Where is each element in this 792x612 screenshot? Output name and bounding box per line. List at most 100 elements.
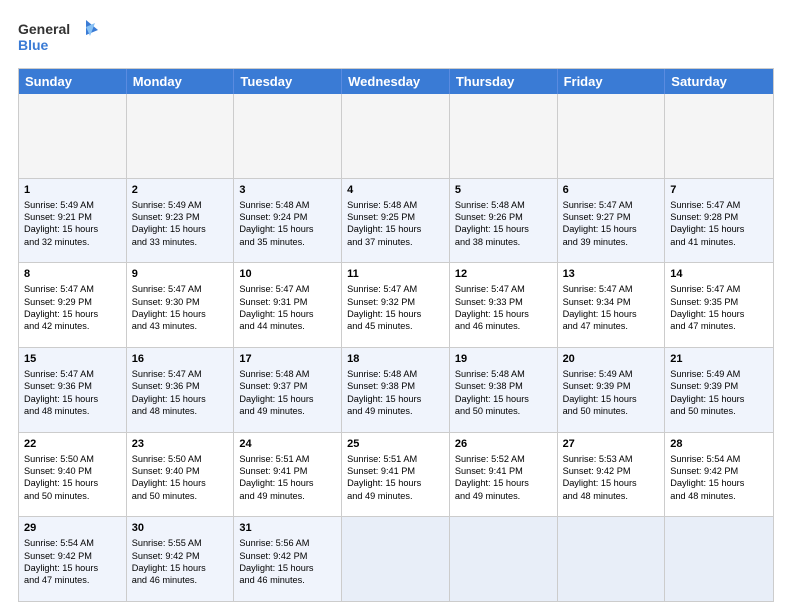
day-info-line: and 46 minutes.	[239, 574, 336, 586]
day-info-line: and 37 minutes.	[347, 236, 444, 248]
day-info-line: Daylight: 15 hours	[239, 562, 336, 574]
day-info-line: and 50 minutes.	[563, 405, 660, 417]
empty-cell	[558, 517, 666, 601]
day-info-line: Sunset: 9:36 PM	[132, 380, 229, 392]
day-info-line: Sunset: 9:42 PM	[24, 550, 121, 562]
day-info-line: Sunrise: 5:48 AM	[239, 199, 336, 211]
day-info-line: Sunrise: 5:50 AM	[132, 453, 229, 465]
day-info-line: Sunrise: 5:51 AM	[239, 453, 336, 465]
day-info-line: and 44 minutes.	[239, 320, 336, 332]
svg-text:General: General	[18, 21, 70, 37]
day-info-line: Sunrise: 5:47 AM	[455, 283, 552, 295]
calendar-row: 8Sunrise: 5:47 AMSunset: 9:29 PMDaylight…	[19, 262, 773, 347]
empty-cell	[665, 517, 773, 601]
day-info-line: Sunset: 9:31 PM	[239, 296, 336, 308]
day-info-line: Sunset: 9:35 PM	[670, 296, 768, 308]
empty-cell	[234, 94, 342, 178]
day-number: 31	[239, 521, 336, 536]
day-info-line: Daylight: 15 hours	[239, 223, 336, 235]
day-info-line: Sunset: 9:28 PM	[670, 211, 768, 223]
calendar-day: 7Sunrise: 5:47 AMSunset: 9:28 PMDaylight…	[665, 179, 773, 263]
page: General Blue SundayMondayTuesdayWednesda…	[0, 0, 792, 612]
weekday-header: Tuesday	[234, 69, 342, 94]
day-info-line: Daylight: 15 hours	[24, 477, 121, 489]
day-info-line: Daylight: 15 hours	[670, 477, 768, 489]
day-info-line: Sunset: 9:42 PM	[563, 465, 660, 477]
day-number: 28	[670, 437, 768, 452]
day-number: 21	[670, 352, 768, 367]
day-info-line: Sunrise: 5:54 AM	[670, 453, 768, 465]
day-number: 19	[455, 352, 552, 367]
day-number: 2	[132, 183, 229, 198]
day-number: 6	[563, 183, 660, 198]
calendar-day: 25Sunrise: 5:51 AMSunset: 9:41 PMDayligh…	[342, 433, 450, 517]
calendar-day: 11Sunrise: 5:47 AMSunset: 9:32 PMDayligh…	[342, 263, 450, 347]
calendar-day: 24Sunrise: 5:51 AMSunset: 9:41 PMDayligh…	[234, 433, 342, 517]
calendar-row: 29Sunrise: 5:54 AMSunset: 9:42 PMDayligh…	[19, 516, 773, 601]
day-info-line: Sunset: 9:32 PM	[347, 296, 444, 308]
calendar-body: 1Sunrise: 5:49 AMSunset: 9:21 PMDaylight…	[19, 94, 773, 601]
day-info-line: Sunset: 9:38 PM	[347, 380, 444, 392]
calendar-day: 4Sunrise: 5:48 AMSunset: 9:25 PMDaylight…	[342, 179, 450, 263]
day-info-line: Sunrise: 5:48 AM	[239, 368, 336, 380]
day-info-line: Daylight: 15 hours	[132, 562, 229, 574]
day-info-line: Sunrise: 5:47 AM	[563, 283, 660, 295]
day-info-line: Daylight: 15 hours	[239, 477, 336, 489]
calendar: SundayMondayTuesdayWednesdayThursdayFrid…	[18, 68, 774, 602]
calendar-day: 6Sunrise: 5:47 AMSunset: 9:27 PMDaylight…	[558, 179, 666, 263]
day-number: 20	[563, 352, 660, 367]
day-number: 13	[563, 267, 660, 282]
day-info-line: and 48 minutes.	[670, 490, 768, 502]
calendar-day: 1Sunrise: 5:49 AMSunset: 9:21 PMDaylight…	[19, 179, 127, 263]
day-info-line: and 50 minutes.	[132, 490, 229, 502]
day-info-line: and 49 minutes.	[347, 405, 444, 417]
day-info-line: and 49 minutes.	[239, 405, 336, 417]
day-info-line: Sunrise: 5:47 AM	[132, 283, 229, 295]
day-info-line: Daylight: 15 hours	[563, 223, 660, 235]
day-info-line: Daylight: 15 hours	[670, 393, 768, 405]
day-info-line: Sunrise: 5:47 AM	[132, 368, 229, 380]
day-info-line: Daylight: 15 hours	[239, 393, 336, 405]
day-info-line: Sunrise: 5:56 AM	[239, 537, 336, 549]
day-info-line: and 47 minutes.	[24, 574, 121, 586]
day-number: 14	[670, 267, 768, 282]
calendar-day: 18Sunrise: 5:48 AMSunset: 9:38 PMDayligh…	[342, 348, 450, 432]
day-info-line: Daylight: 15 hours	[24, 308, 121, 320]
day-info-line: Sunset: 9:40 PM	[24, 465, 121, 477]
day-info-line: Sunset: 9:39 PM	[563, 380, 660, 392]
day-info-line: Daylight: 15 hours	[455, 393, 552, 405]
calendar-day: 27Sunrise: 5:53 AMSunset: 9:42 PMDayligh…	[558, 433, 666, 517]
calendar-day: 28Sunrise: 5:54 AMSunset: 9:42 PMDayligh…	[665, 433, 773, 517]
day-number: 24	[239, 437, 336, 452]
empty-cell	[127, 94, 235, 178]
day-info-line: Daylight: 15 hours	[132, 393, 229, 405]
calendar-day: 15Sunrise: 5:47 AMSunset: 9:36 PMDayligh…	[19, 348, 127, 432]
calendar-header: SundayMondayTuesdayWednesdayThursdayFrid…	[19, 69, 773, 94]
day-info-line: and 50 minutes.	[24, 490, 121, 502]
day-info-line: Sunrise: 5:47 AM	[563, 199, 660, 211]
day-info-line: Sunrise: 5:51 AM	[347, 453, 444, 465]
day-info-line: Daylight: 15 hours	[347, 308, 444, 320]
weekday-header: Wednesday	[342, 69, 450, 94]
weekday-header: Monday	[127, 69, 235, 94]
day-info-line: and 46 minutes.	[132, 574, 229, 586]
day-info-line: Sunrise: 5:47 AM	[670, 283, 768, 295]
day-info-line: Sunrise: 5:47 AM	[239, 283, 336, 295]
day-info-line: Sunrise: 5:47 AM	[670, 199, 768, 211]
day-number: 3	[239, 183, 336, 198]
day-info-line: Daylight: 15 hours	[132, 308, 229, 320]
day-number: 9	[132, 267, 229, 282]
logo-svg: General Blue	[18, 18, 98, 60]
day-info-line: Sunset: 9:27 PM	[563, 211, 660, 223]
calendar-day: 10Sunrise: 5:47 AMSunset: 9:31 PMDayligh…	[234, 263, 342, 347]
weekday-header: Saturday	[665, 69, 773, 94]
day-info-line: Sunset: 9:42 PM	[132, 550, 229, 562]
day-info-line: Daylight: 15 hours	[563, 308, 660, 320]
day-info-line: Daylight: 15 hours	[132, 477, 229, 489]
day-info-line: Sunrise: 5:47 AM	[24, 283, 121, 295]
day-info-line: Sunrise: 5:49 AM	[563, 368, 660, 380]
day-info-line: and 43 minutes.	[132, 320, 229, 332]
day-info-line: Sunset: 9:36 PM	[24, 380, 121, 392]
day-info-line: Sunset: 9:34 PM	[563, 296, 660, 308]
day-info-line: Sunset: 9:26 PM	[455, 211, 552, 223]
